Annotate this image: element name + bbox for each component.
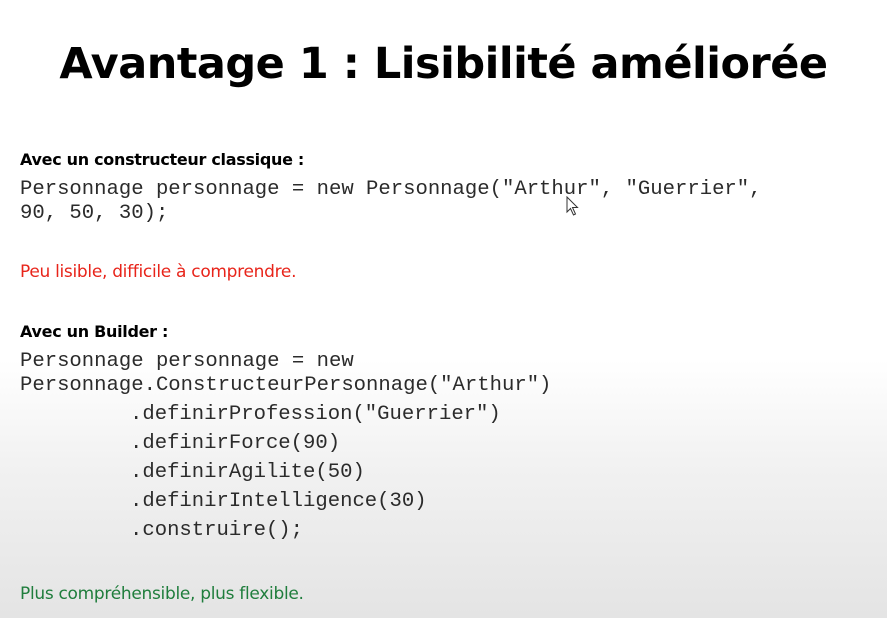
code-chain-line: .definirAgilite(50) <box>130 461 365 484</box>
code-chain-line: .definirProfession("Guerrier") <box>130 403 501 426</box>
slide-title: Avantage 1 : Lisibilité améliorée <box>59 39 828 89</box>
code-line: Personnage personnage = new Personnage("… <box>20 178 762 201</box>
builder-code-block: Personnage personnage = new Personnage.Co… <box>20 350 551 543</box>
code-chain-line: .construire(); <box>130 519 304 542</box>
code-line: Personnage personnage = new <box>20 350 354 373</box>
code-line: Personnage.ConstructeurPersonnage("Arthu… <box>20 374 552 397</box>
classic-code-block: Personnage personnage = new Personnage("… <box>20 178 762 226</box>
classic-note: Peu lisible, difficile à comprendre. <box>20 262 297 282</box>
code-chain-line: .definirForce(90) <box>130 432 341 455</box>
code-line: 90, 50, 30); <box>20 202 169 225</box>
code-chain-line: .definirIntelligence(30) <box>130 490 427 513</box>
builder-label: Avec un Builder : <box>20 322 169 341</box>
classic-constructor-label: Avec un constructeur classique : <box>20 150 305 169</box>
builder-note: Plus compréhensible, plus flexible. <box>20 584 304 604</box>
mouse-pointer-icon <box>566 196 579 216</box>
